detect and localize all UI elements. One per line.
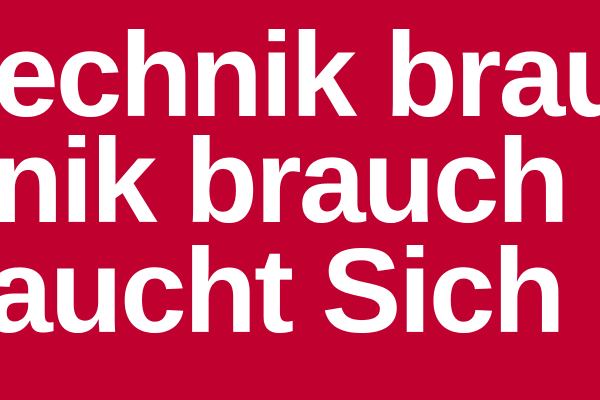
banner-text-line-3: aucht Sich — [0, 224, 566, 358]
banner-text-line-2: nik brauch — [0, 114, 570, 248]
banner: echnik brau nik brauch aucht Sich — [0, 0, 600, 400]
